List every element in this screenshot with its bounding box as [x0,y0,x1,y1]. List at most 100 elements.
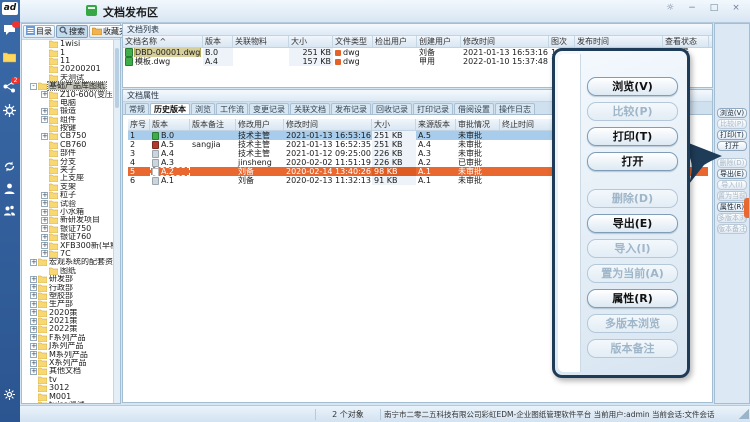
tab-关联文档[interactable]: 关联文档 [290,103,330,114]
expand-toggle-icon[interactable]: + [30,334,37,341]
gear-icon[interactable] [3,104,17,118]
expand-toggle-icon[interactable]: + [30,318,37,325]
tree-item[interactable]: 按键 [22,124,113,132]
expand-toggle-icon[interactable]: + [30,284,37,291]
resize-grip[interactable] [739,409,749,419]
properties-button[interactable]: 属性(R) [587,289,678,308]
expand-toggle-icon[interactable]: - [30,83,37,90]
column-header[interactable]: 文档名称 ^ [123,36,203,47]
column-header[interactable]: 发布时间 [575,36,663,47]
expand-toggle-icon[interactable]: + [41,242,48,249]
print-button[interactable]: 打印(T) [587,127,678,146]
expand-toggle-icon[interactable]: + [30,351,37,358]
column-header[interactable]: 文件类型 [333,36,373,47]
expand-toggle-icon[interactable]: + [30,292,37,299]
column-header[interactable]: 关联物料 [233,36,289,47]
expand-toggle-icon[interactable]: + [41,192,48,199]
tab-工作流[interactable]: 工作流 [216,103,248,114]
tree-item[interactable]: +M系列产品 [22,350,113,358]
column-header[interactable]: 大小 [289,36,333,47]
column-header[interactable]: 来源版本 [416,119,456,130]
tree-item[interactable]: 天测试 [22,74,113,82]
tree-item[interactable]: tuisa测试 [22,401,113,403]
expand-toggle-icon[interactable]: + [30,360,37,367]
theme-button[interactable]: ☼ [664,3,676,13]
tree-item[interactable]: +试验 [22,199,113,207]
tree-item[interactable]: +F系列产品 [22,334,113,342]
tree-item[interactable]: 20200201 [22,65,113,73]
users-icon[interactable] [3,204,17,218]
tree-item[interactable]: +小水箱 [22,208,113,216]
tree-item[interactable]: +XFB300新(早称K2.0)图纸 [22,241,113,249]
tree-item[interactable]: +7C [22,250,113,258]
tree-item[interactable]: 图纸 [22,267,113,275]
tree-item[interactable]: 夹子 [22,166,113,174]
column-header[interactable]: 修改时间 [284,119,372,130]
tree-item[interactable]: 支架 [22,183,113,191]
tab-借阅设置[interactable]: 借阅设置 [454,103,494,114]
expand-toggle-icon[interactable]: + [41,133,48,140]
column-header[interactable]: 查看状态 [663,36,709,47]
settings-icon[interactable] [3,388,17,402]
tree-item[interactable]: 1 [22,48,113,56]
tree-item[interactable]: +其他文档 [22,367,113,375]
export-button[interactable]: 导出(E) [587,214,678,233]
tree-item[interactable]: +CB750 [22,132,113,140]
tree-tool-搜索[interactable]: 搜索 [56,25,88,38]
column-header[interactable]: 审批情况 [456,119,500,130]
sync-icon[interactable] [3,160,17,174]
tab-打印记录[interactable]: 打印记录 [413,103,453,114]
expand-toggle-icon[interactable]: + [41,250,48,257]
expand-toggle-icon[interactable]: + [41,234,48,241]
open-button[interactable]: 打开 [587,152,678,171]
expand-toggle-icon[interactable]: + [41,116,48,123]
tree-item[interactable]: +锻造 [22,107,113,115]
tab-历史版本[interactable]: 历史版本 [150,103,190,114]
tree-item[interactable]: 电脑 [22,99,113,107]
tree-item[interactable]: +宏观系统的配套资料 [22,258,113,266]
tree-item[interactable]: +X系列产品 [22,359,113,367]
user-icon[interactable] [3,182,17,196]
tree-item[interactable]: +银证750 [22,225,113,233]
tab-变更记录[interactable]: 变更记录 [249,103,289,114]
tree-item[interactable]: tv [22,376,113,384]
tree-item[interactable]: -基础产品库图纸 [22,82,113,90]
tab-操作日志[interactable]: 操作日志 [495,103,535,114]
expand-toggle-icon[interactable]: + [41,209,48,216]
expand-toggle-icon[interactable]: + [41,225,48,232]
share-icon[interactable]: 2 [3,80,17,94]
app-logo[interactable]: ad [2,2,18,15]
column-header[interactable]: 序号 [128,119,150,130]
tree-item[interactable]: 分支 [22,157,113,165]
minimize-button[interactable]: − [686,3,698,13]
tree-item[interactable]: +2020策 [22,309,113,317]
column-header[interactable]: 创建用户 [417,36,461,47]
tree-item[interactable]: 3012 [22,384,113,392]
tree-item[interactable]: +Z10-600(变压器) [22,90,113,98]
tree-item[interactable]: M001 [22,392,113,400]
tab-常规[interactable]: 常规 [125,103,149,114]
tree-tool-目录[interactable]: 目录 [23,25,55,38]
scrollbar-thumb[interactable] [115,48,119,108]
properties-button-small[interactable]: 属性(R) [717,202,747,212]
column-header[interactable]: 图次 [549,36,575,47]
tree-item[interactable]: 上支座 [22,174,113,182]
tree-item[interactable]: 1wisi [22,40,113,48]
expand-toggle-icon[interactable]: + [30,326,37,333]
column-header[interactable]: 大小 [372,119,416,130]
tree-item[interactable]: +组件 [22,116,113,124]
tree-item[interactable]: +塑胶部 [22,292,113,300]
browse-button[interactable]: 浏览(V) [587,77,678,96]
tree-item[interactable]: +新研发项目 [22,216,113,224]
expand-toggle-icon[interactable]: + [41,217,48,224]
column-header[interactable]: 版本 [150,119,190,130]
column-header[interactable]: 版本备注 [190,119,236,130]
folder-icon[interactable] [3,52,17,66]
tree-item[interactable]: +粒子 [22,191,113,199]
tree-item[interactable]: CB760 [22,141,113,149]
column-header[interactable]: 版本 [203,36,233,47]
expand-toggle-icon[interactable]: + [30,301,37,308]
tab-浏览[interactable]: 浏览 [191,103,215,114]
expand-toggle-icon[interactable]: + [30,309,37,316]
tree-item[interactable]: 11 [22,57,113,65]
